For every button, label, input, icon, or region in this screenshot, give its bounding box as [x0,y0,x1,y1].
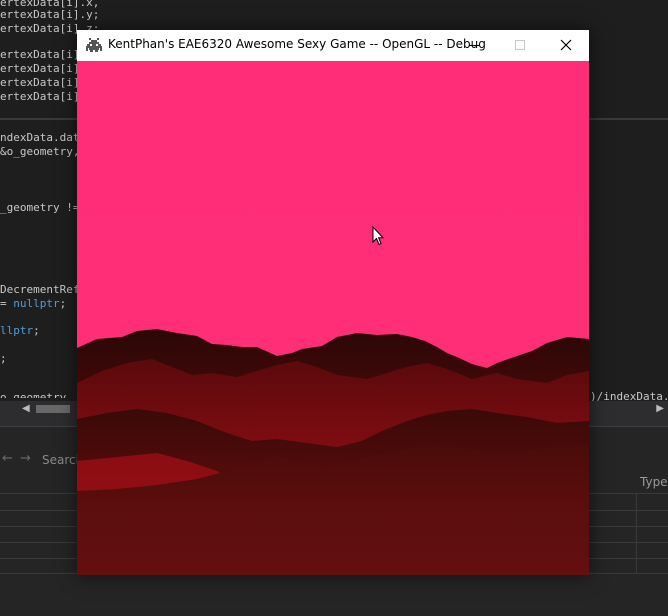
scrollbar-thumb[interactable] [36,405,70,413]
close-icon [560,39,572,51]
code-keyword: nullptr [13,297,60,310]
minimize-button[interactable] [451,30,497,61]
code-line: ertexData[i]. [0,90,87,103]
code-line: &o_geometry, [0,145,80,158]
code-text: ; [33,324,40,337]
maximize-icon [515,40,525,50]
minimize-icon [469,45,479,46]
forward-arrow-icon[interactable]: → [20,451,31,466]
grid-column-line [636,493,637,573]
window-title: KentPhan's EAE6320 Awesome Sexy Game -- … [108,37,486,51]
space-invader-icon [86,38,102,52]
code-line: o_geometry [0,391,67,398]
game-window[interactable]: KentPhan's EAE6320 Awesome Sexy Game -- … [77,30,589,575]
code-line: ertexData[i].y; [0,8,100,21]
code-text: = [0,297,14,310]
scroll-right-icon[interactable]: ▶ [656,403,664,414]
code-line: ndexData.data [0,131,87,144]
code-line: = nullptr; [0,297,66,311]
render-viewport[interactable] [77,61,589,575]
code-line: _geometry != [0,201,80,214]
type-column-header[interactable]: Type [640,475,668,489]
code-line: ertexData[i]. [0,48,87,61]
foreground-ground [77,516,589,575]
terrain-scene [77,61,589,575]
code-line: ertexData[i]. [0,62,87,75]
code-line: ertexData[i]. [0,76,87,89]
close-button[interactable] [543,30,589,61]
code-line: DecrementRefe [0,283,87,296]
code-text: ; [59,297,67,310]
scroll-left-icon[interactable]: ◀ [22,403,30,414]
code-line: llptr; [0,324,40,338]
window-titlebar[interactable]: KentPhan's EAE6320 Awesome Sexy Game -- … [77,30,589,61]
back-arrow-icon[interactable]: ← [2,451,13,466]
maximize-button[interactable] [497,30,543,61]
code-line: ; [0,352,7,365]
mouse-pointer-icon [372,226,384,246]
code-keyword: llptr [0,324,34,337]
